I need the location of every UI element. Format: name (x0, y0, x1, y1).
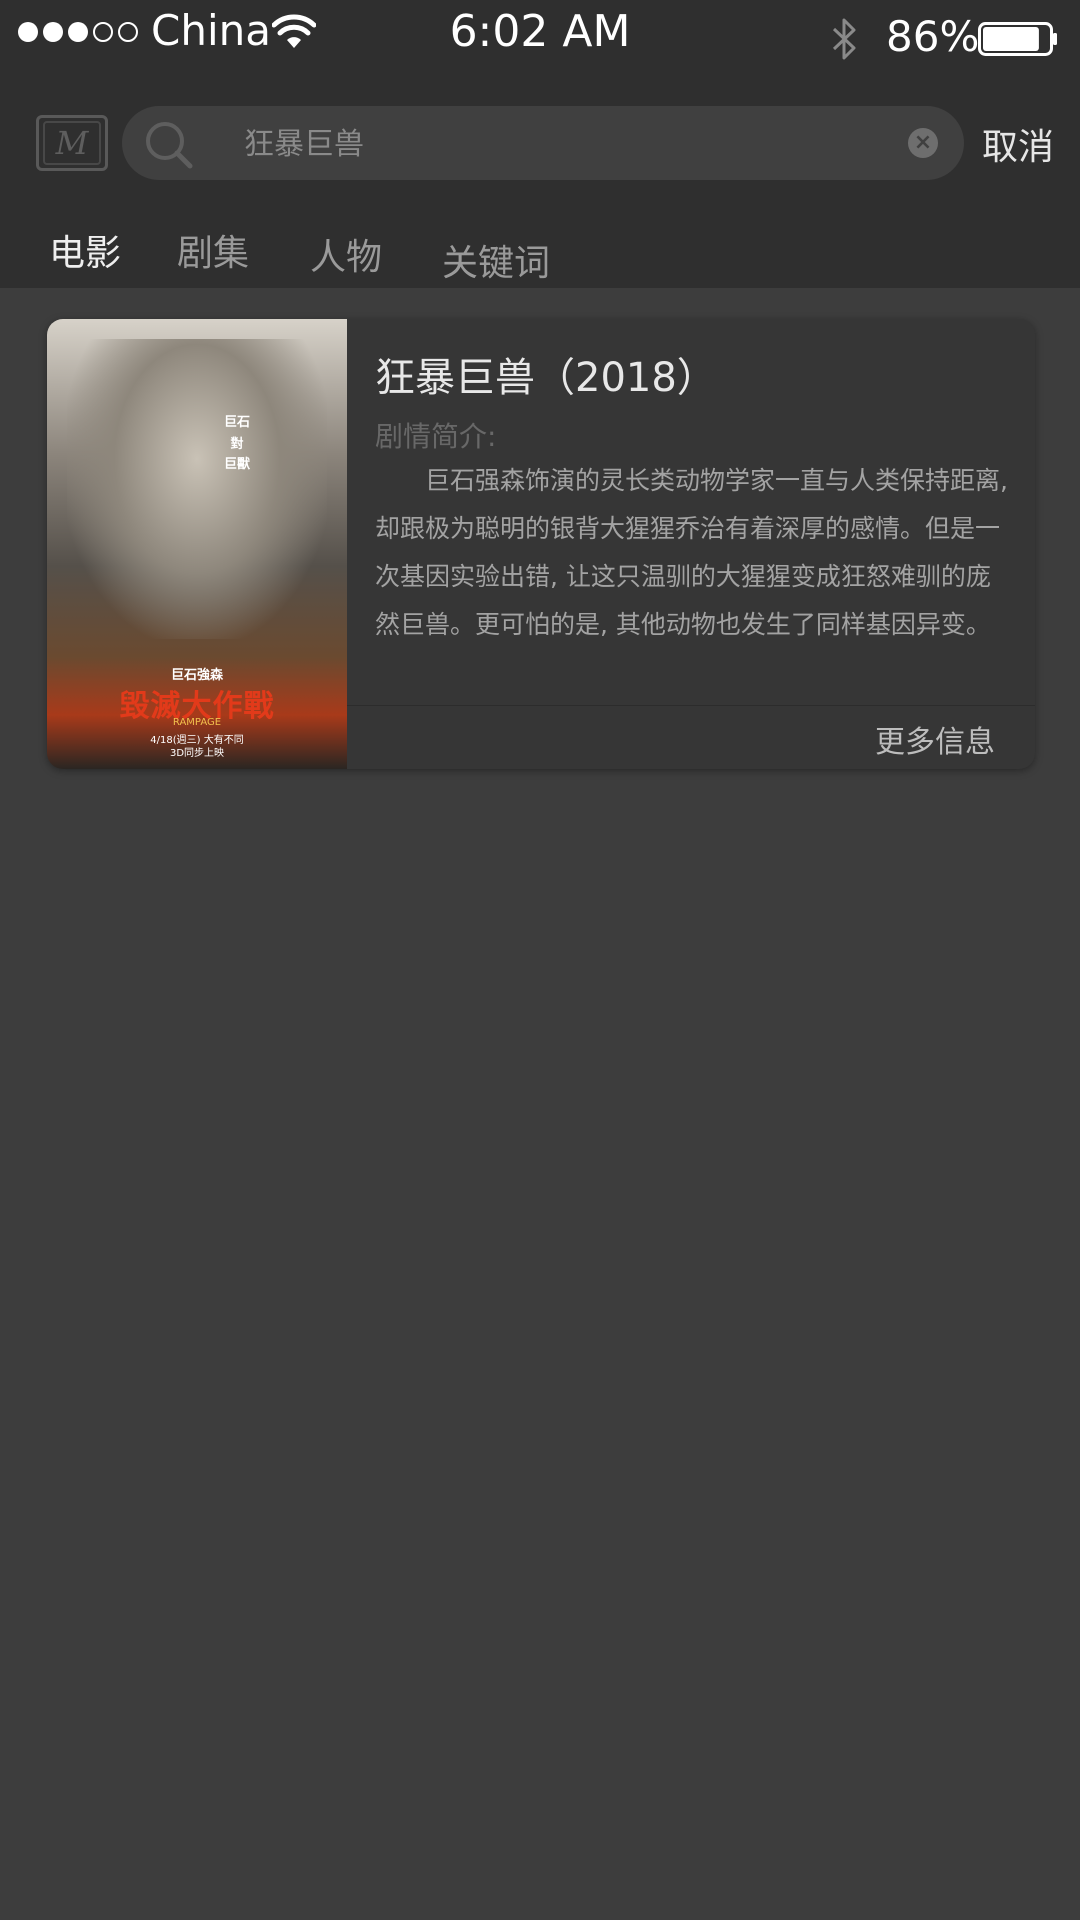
poster-tagline-line1: 巨石 (223, 415, 250, 430)
poster-format: 3D同步上映 (169, 748, 225, 759)
poster-tagline-line3: 巨獸 (223, 457, 250, 472)
status-bar: China 6:02 AM 86% (0, 0, 1080, 72)
tab-keywords[interactable]: 关键词 (442, 234, 550, 286)
bluetooth-icon (832, 18, 856, 60)
synopsis-label: 剧情简介: (375, 420, 497, 453)
card-divider (347, 705, 1035, 706)
synopsis-text: 巨石强森饰演的灵长类动物学家一直与人类保持距离, 却跟极为聪明的银背大猩猩乔治有… (375, 466, 1008, 639)
battery-percentage: 86% (886, 12, 980, 61)
battery-icon (978, 22, 1057, 56)
clear-search-icon[interactable]: × (908, 128, 938, 158)
search-bar[interactable]: × (122, 106, 964, 180)
tab-people[interactable]: 人物 (310, 228, 382, 280)
search-input[interactable] (242, 116, 886, 172)
search-icon (146, 122, 193, 169)
movie-result-card[interactable]: 巨石 對 巨獸 巨石強森 毀滅大作戰 RAMPAGE 4/18(週三) 大有不同… (47, 319, 1035, 769)
app-logo-icon: M (43, 121, 101, 165)
search-category-tabs: 电影 剧集 人物 关键词 (0, 224, 1080, 288)
poster-gorilla-image (67, 339, 327, 639)
tab-tv-series[interactable]: 剧集 (177, 224, 249, 276)
tab-movies[interactable]: 电影 (49, 224, 121, 276)
poster-tagline-line2: 對 (230, 437, 244, 452)
search-header: M × 取消 电影 剧集 人物 关键词 (0, 72, 1080, 288)
movie-poster[interactable]: 巨石 對 巨獸 巨石強森 毀滅大作戰 RAMPAGE 4/18(週三) 大有不同… (47, 319, 347, 769)
more-info-button[interactable]: 更多信息 (875, 717, 995, 761)
poster-title-english: RAMPAGE (172, 717, 222, 728)
battery-fill (983, 27, 1039, 51)
app-logo-button[interactable]: M (36, 115, 108, 171)
cancel-button[interactable]: 取消 (982, 118, 1054, 170)
movie-title: 狂暴巨兽（2018） (375, 355, 717, 401)
